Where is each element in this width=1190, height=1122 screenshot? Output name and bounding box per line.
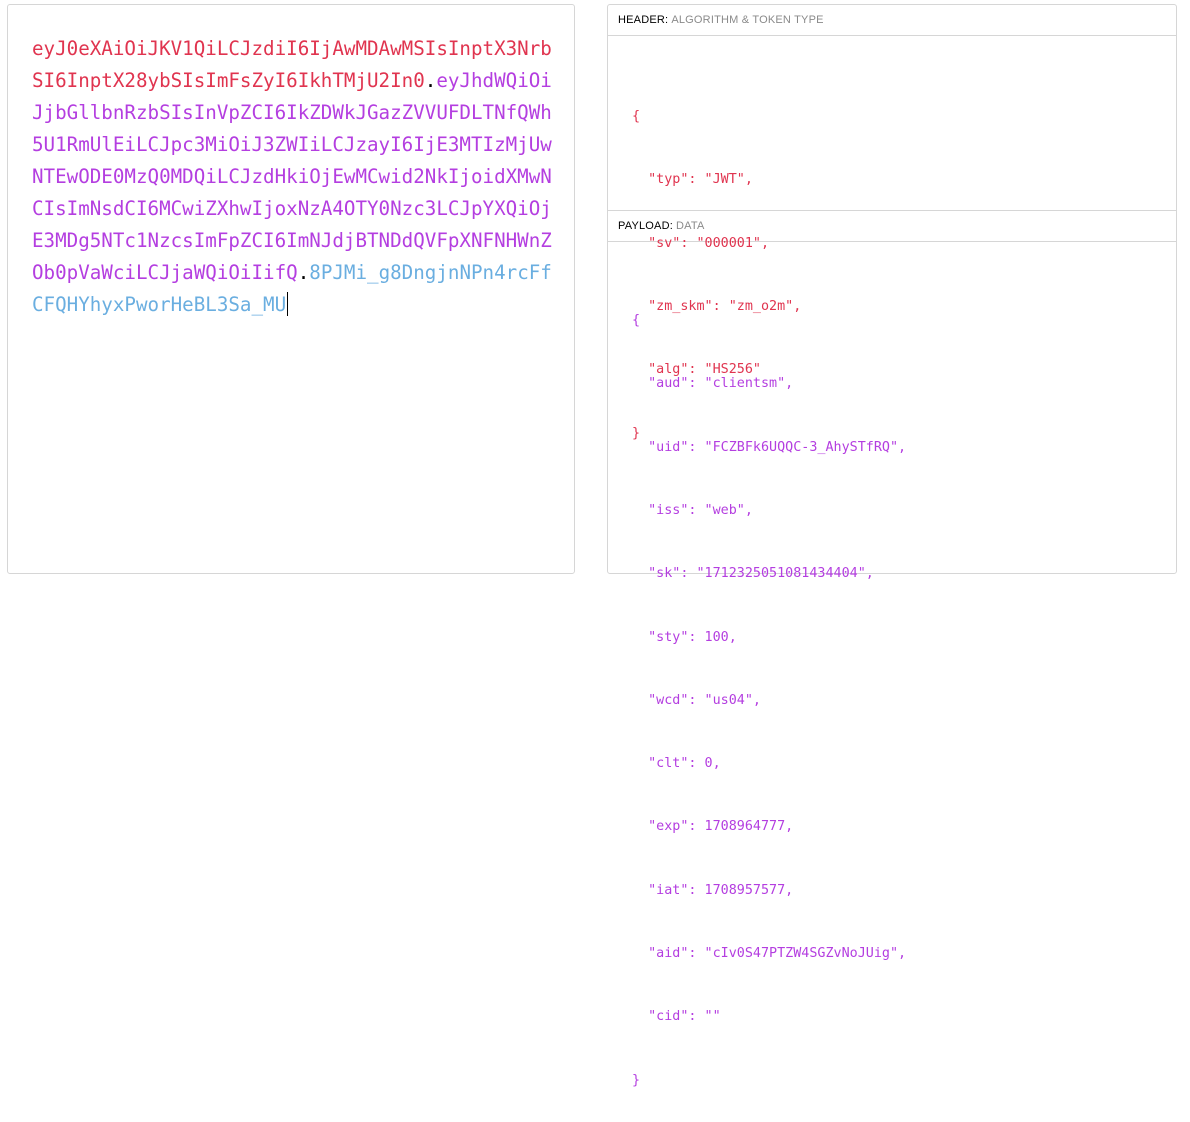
json-line: "iat": 1708957577, (632, 882, 794, 898)
json-line: "wcd": "us04", (632, 692, 761, 708)
payload-subtitle: DATA (676, 220, 705, 232)
encoded-token-panel[interactable]: eyJ0eXAiOiJKV1QiLCJzdiI6IjAwMDAwMSIsInpt… (7, 4, 575, 574)
json-line: "exp": 1708964777, (632, 819, 794, 835)
token-separator: . (297, 261, 310, 284)
payload-title: PAYLOAD: (618, 220, 673, 232)
header-title: HEADER: (618, 14, 669, 26)
json-line: "clt": 0, (632, 756, 721, 772)
json-line: "aid": "cIv0S47PTZW4SGZvNoJUig", (632, 946, 907, 961)
json-line: "aud": "clientsm", (632, 376, 794, 392)
header-subtitle: ALGORITHM & TOKEN TYPE (671, 14, 824, 26)
payload-section-heading: PAYLOAD: DATA (608, 211, 1176, 242)
header-section: HEADER: ALGORITHM & TOKEN TYPE { "typ": "… (608, 5, 1176, 441)
json-line: "cid": "" (632, 1009, 721, 1025)
token-payload-part: eyJhdWQiOiJjbGllbnRzbSIsInVpZCI6IkZDWkJG… (32, 69, 552, 284)
encoded-token-input[interactable]: eyJ0eXAiOiJKV1QiLCJzdiI6IjAwMDAwMSIsInpt… (32, 33, 552, 321)
header-section-heading: HEADER: ALGORITHM & TOKEN TYPE (608, 5, 1176, 36)
text-caret (287, 292, 289, 316)
json-line: "sk": "1712325051081434404", (632, 566, 874, 582)
payload-json-editor[interactable]: { "aud": "clientsm", "uid": "FCZBFk6UQQC… (608, 242, 1176, 1122)
token-separator: . (424, 69, 437, 92)
json-line: } (632, 1072, 641, 1088)
json-line: { (632, 109, 641, 125)
payload-section: PAYLOAD: DATA { "aud": "clientsm", "uid":… (608, 211, 1176, 1122)
json-line: "typ": "JWT", (632, 172, 753, 188)
json-line: "iss": "web", (632, 503, 753, 519)
json-line: "uid": "FCZBFk6UQQC-3_AhySTfRQ", (632, 439, 907, 455)
decoded-panel: HEADER: ALGORITHM & TOKEN TYPE { "typ": "… (607, 4, 1177, 1088)
json-line: "sty": 100, (632, 629, 737, 645)
